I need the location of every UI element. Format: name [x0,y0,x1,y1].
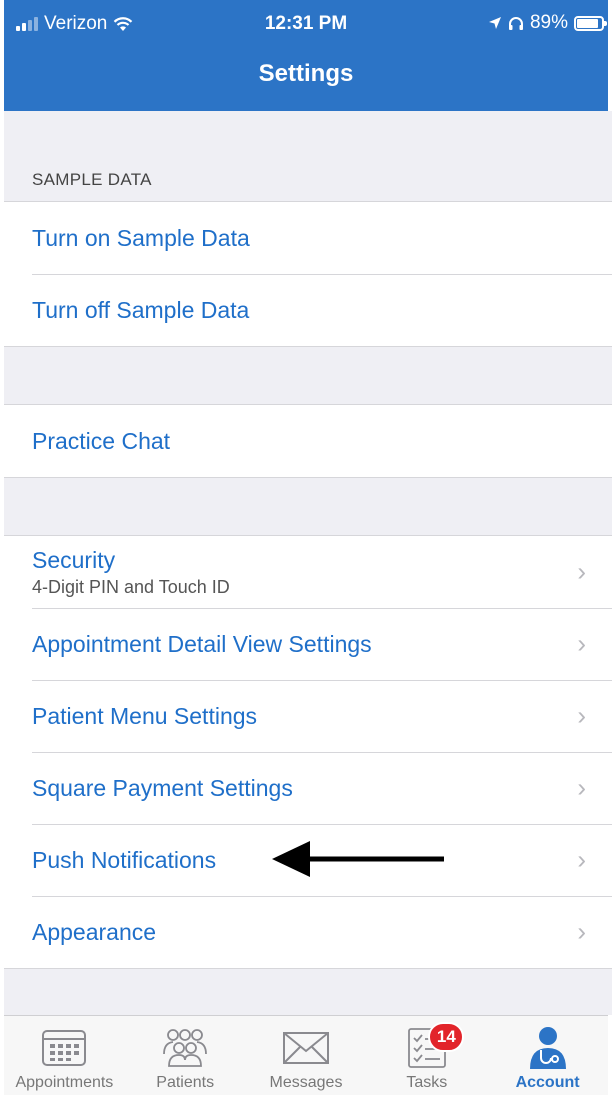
practice-chat-row[interactable]: Practice Chat [4,405,612,477]
row-label: Turn on Sample Data [32,224,250,251]
chevron-right-icon: › [577,700,586,731]
security-row[interactable]: Security 4-Digit PIN and Touch ID › [4,536,612,608]
tab-label: Tasks [406,1074,448,1091]
section-header-sample-data: SAMPLE DATA [32,170,152,189]
location-arrow-icon [488,17,501,29]
people-icon [160,1026,210,1070]
calendar-icon [41,1026,87,1070]
tab-label: Appointments [15,1074,114,1091]
row-label: Patient Menu Settings [32,702,258,729]
row-label: Security [32,546,116,573]
sample-data-group: Turn on Sample Data Turn off Sample Data [4,201,612,347]
tab-account[interactable]: Account [487,1016,608,1095]
page-title: Settings [258,60,354,87]
turn-off-sample-data-row[interactable]: Turn off Sample Data [4,274,612,346]
chat-group: Practice Chat [4,404,612,478]
chevron-right-icon: › [577,772,586,803]
patient-menu-settings-row[interactable]: Patient Menu Settings › [4,680,612,752]
settings-list: SAMPLE DATA Turn on Sample Data Turn off… [4,111,612,1015]
square-payment-settings-row[interactable]: Square Payment Settings › [4,752,612,824]
tab-tasks[interactable]: 14 Tasks [366,1016,487,1095]
doctor-icon [526,1026,570,1070]
chevron-right-icon: › [577,844,586,875]
tab-messages[interactable]: Messages [246,1016,367,1095]
turn-on-sample-data-row[interactable]: Turn on Sample Data [4,202,612,274]
row-label: Appointment Detail View Settings [32,630,372,657]
row-label: Square Payment Settings [32,774,293,801]
row-subtitle: 4-Digit PIN and Touch ID [32,576,230,597]
status-right: 89% [488,12,607,34]
battery-icon [574,15,607,31]
header: Verizon 12:31 PM 89% Settings [4,0,608,111]
row-label: Push Notifications [32,846,217,873]
row-label: Practice Chat [32,427,171,454]
envelope-icon [282,1026,330,1070]
annotation-arrow-icon [272,841,444,877]
tab-label: Account [515,1074,580,1091]
chevron-right-icon: › [577,556,586,587]
status-bar: Verizon 12:31 PM 89% [4,0,608,48]
tab-bar: Appointments Patients Messages 14 Tasks … [4,1015,608,1095]
tab-label: Messages [269,1074,343,1091]
tab-appointments[interactable]: Appointments [4,1016,125,1095]
settings-group: Security 4-Digit PIN and Touch ID › Appo… [4,535,612,969]
headphones-icon [508,16,523,30]
row-label: Turn off Sample Data [32,296,250,323]
tab-label: Patients [156,1074,215,1091]
chevron-right-icon: › [577,628,586,659]
appearance-row[interactable]: Appearance › [4,896,612,968]
chevron-right-icon: › [577,916,586,947]
battery-percent: 89% [529,12,568,33]
tab-patients[interactable]: Patients [125,1016,246,1095]
row-label: Appearance [32,918,157,945]
appointment-detail-view-settings-row[interactable]: Appointment Detail View Settings › [4,608,612,680]
tasks-badge: 14 [428,1022,465,1052]
